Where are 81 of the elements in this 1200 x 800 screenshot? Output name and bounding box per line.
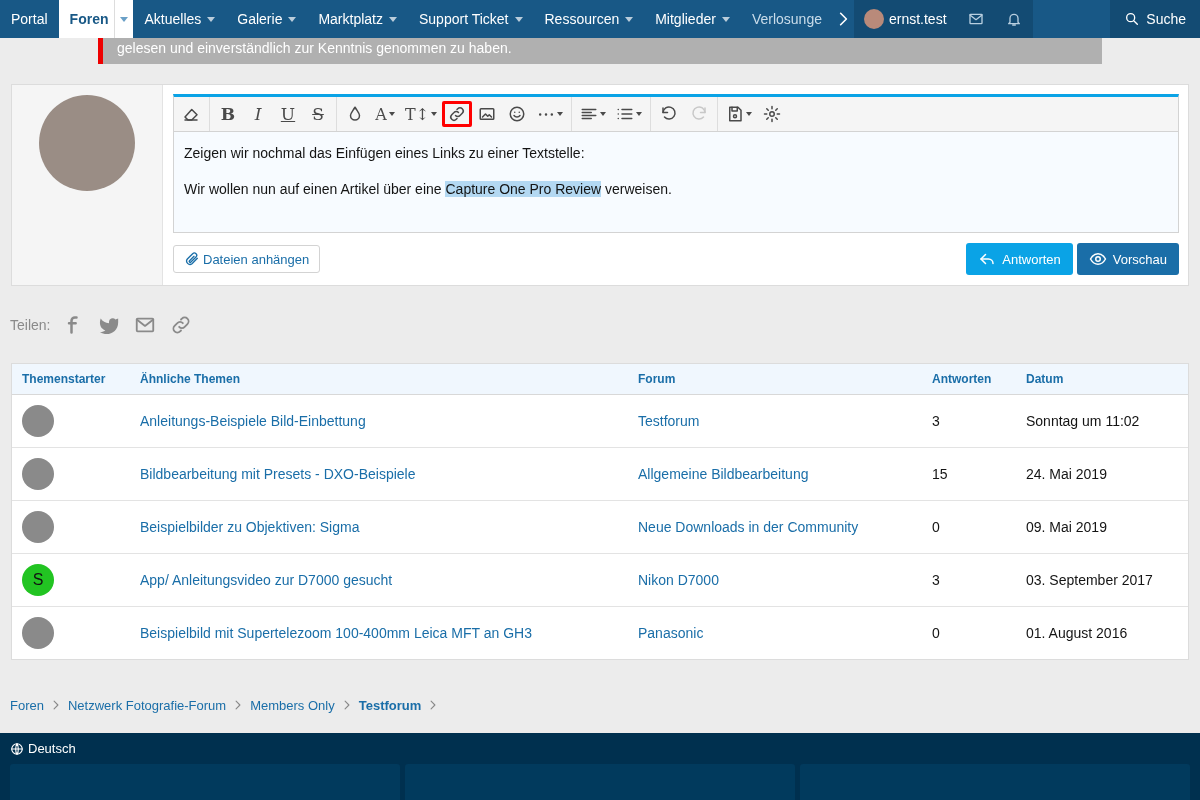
forum-link[interactable]: Nikon D7000 xyxy=(638,572,719,588)
italic-button[interactable]: I xyxy=(243,101,273,127)
breadcrumb-link[interactable]: Netzwerk Fotografie-Forum xyxy=(67,698,227,713)
nav-tab[interactable]: Mitglieder xyxy=(644,0,741,38)
caret-icon[interactable] xyxy=(625,16,634,22)
nav-tab[interactable]: Support Ticket xyxy=(408,0,534,38)
thread-link[interactable]: Beispielbild mit Supertelezoom 100-400mm Leica MFT an GH3 xyxy=(140,625,532,641)
caret-icon[interactable] xyxy=(288,16,297,22)
link-icon xyxy=(448,105,467,123)
breadcrumb-link[interactable]: Members Only xyxy=(250,698,335,713)
image-icon xyxy=(478,105,497,123)
nav-tab[interactable]: Ressourcen xyxy=(533,0,645,38)
undo-icon xyxy=(660,105,679,123)
editor-text-area[interactable]: Zeigen wir nochmal das Einfügen eines Links zu einer Textstelle: Wir wollen nun auf einen Artikel über eine Capture One Pro Review verweisen. xyxy=(174,132,1178,232)
thread-link[interactable]: Anleitungs-Beispiele Bild-Einbettung xyxy=(140,413,366,429)
caret-icon[interactable] xyxy=(207,16,216,22)
nav-tab[interactable]: Galerie xyxy=(226,0,308,38)
eye-icon xyxy=(1088,250,1107,268)
nav-tab[interactable]: Aktuelles xyxy=(133,0,227,38)
caret-icon[interactable] xyxy=(389,16,397,22)
date-text: Sonntag um 11:02 xyxy=(1026,413,1140,429)
smiley-icon xyxy=(508,105,527,123)
avatar-photo-placeholder[interactable] xyxy=(22,458,54,490)
column-header: Forum xyxy=(628,364,922,395)
avatar-photo-placeholder[interactable] xyxy=(22,511,54,543)
save-icon xyxy=(726,105,745,123)
avatar-photo-placeholder[interactable] xyxy=(22,405,54,437)
caret-icon[interactable] xyxy=(721,16,730,22)
date-text: 09. Mai 2019 xyxy=(1026,519,1107,535)
column-header: Datum xyxy=(1016,364,1188,395)
redo-icon xyxy=(690,105,709,123)
chevron-right-icon xyxy=(430,700,437,710)
share-label: Teilen: xyxy=(10,317,51,333)
bell-icon xyxy=(1005,11,1022,27)
column-header: Antworten xyxy=(922,364,1016,395)
size-button[interactable]: T↕ xyxy=(400,101,443,127)
search-icon xyxy=(1124,11,1141,27)
avatar-photo-placeholder[interactable] xyxy=(22,617,54,649)
column-header: Ähnliche Themen xyxy=(130,364,628,395)
caret-icon[interactable] xyxy=(514,16,523,22)
chevron-right-icon xyxy=(343,700,350,710)
preview-button[interactable]: Vorschau xyxy=(1076,243,1179,275)
chevron-right-icon xyxy=(838,11,848,27)
reply-count: 0 xyxy=(932,625,940,641)
reply-count: 15 xyxy=(932,466,948,482)
notice-banner: gelesen und einverständlich zur Kenntnis genommen zu haben. xyxy=(98,38,1102,64)
forum-link[interactable]: Panasonic xyxy=(638,625,704,641)
chevron-right-icon xyxy=(52,700,59,710)
paperclip-icon xyxy=(184,251,200,267)
breadcrumb-link[interactable]: Foren xyxy=(10,698,44,713)
settings-icon xyxy=(763,105,782,123)
nav-tab[interactable]: Portal xyxy=(0,0,59,38)
nav-tab[interactable]: Verlosunge xyxy=(740,0,833,38)
letter-avatar[interactable]: S xyxy=(22,564,54,596)
globe-icon xyxy=(10,741,24,756)
nav-tab[interactable]: Marktplatz xyxy=(307,0,408,38)
date-text: 24. Mai 2019 xyxy=(1026,466,1107,482)
link-button[interactable] xyxy=(442,101,473,127)
forum-link[interactable]: Neue Downloads in der Community xyxy=(638,519,859,535)
date-text: 03. September 2017 xyxy=(1026,572,1153,588)
search-button[interactable]: Suche xyxy=(1110,0,1200,38)
column-header: Themenstarter xyxy=(12,364,130,395)
reply-count: 3 xyxy=(932,413,940,429)
font-button[interactable]: A xyxy=(370,101,400,127)
bold-button[interactable]: B xyxy=(213,101,243,127)
thread-link[interactable]: Beispielbilder zu Objektiven: Sigma xyxy=(140,519,360,535)
envelope-icon xyxy=(967,11,984,27)
strike-button[interactable]: S xyxy=(303,101,333,127)
thread-link[interactable]: Bildbearbeitung mit Presets - DXO-Beispiele xyxy=(140,466,416,482)
reply-count: 3 xyxy=(932,572,940,588)
chevron-right-icon xyxy=(235,700,242,710)
dots-icon xyxy=(537,111,556,117)
underline-button[interactable]: U xyxy=(273,101,303,127)
breadcrumb-link[interactable]: Testforum xyxy=(358,698,422,713)
date-text: 01. August 2016 xyxy=(1026,625,1128,641)
thread-link[interactable]: App/ Anleitungsvideo zur D7000 gesucht xyxy=(140,572,393,588)
nav-tab[interactable]: Foren xyxy=(58,0,134,38)
forum-link[interactable]: Allgemeine Bildbearbeitung xyxy=(638,466,809,482)
reply-count: 0 xyxy=(932,519,940,535)
forum-link[interactable]: Testforum xyxy=(638,413,700,429)
attach-files-button[interactable]: Dateien anhängen xyxy=(173,245,321,273)
